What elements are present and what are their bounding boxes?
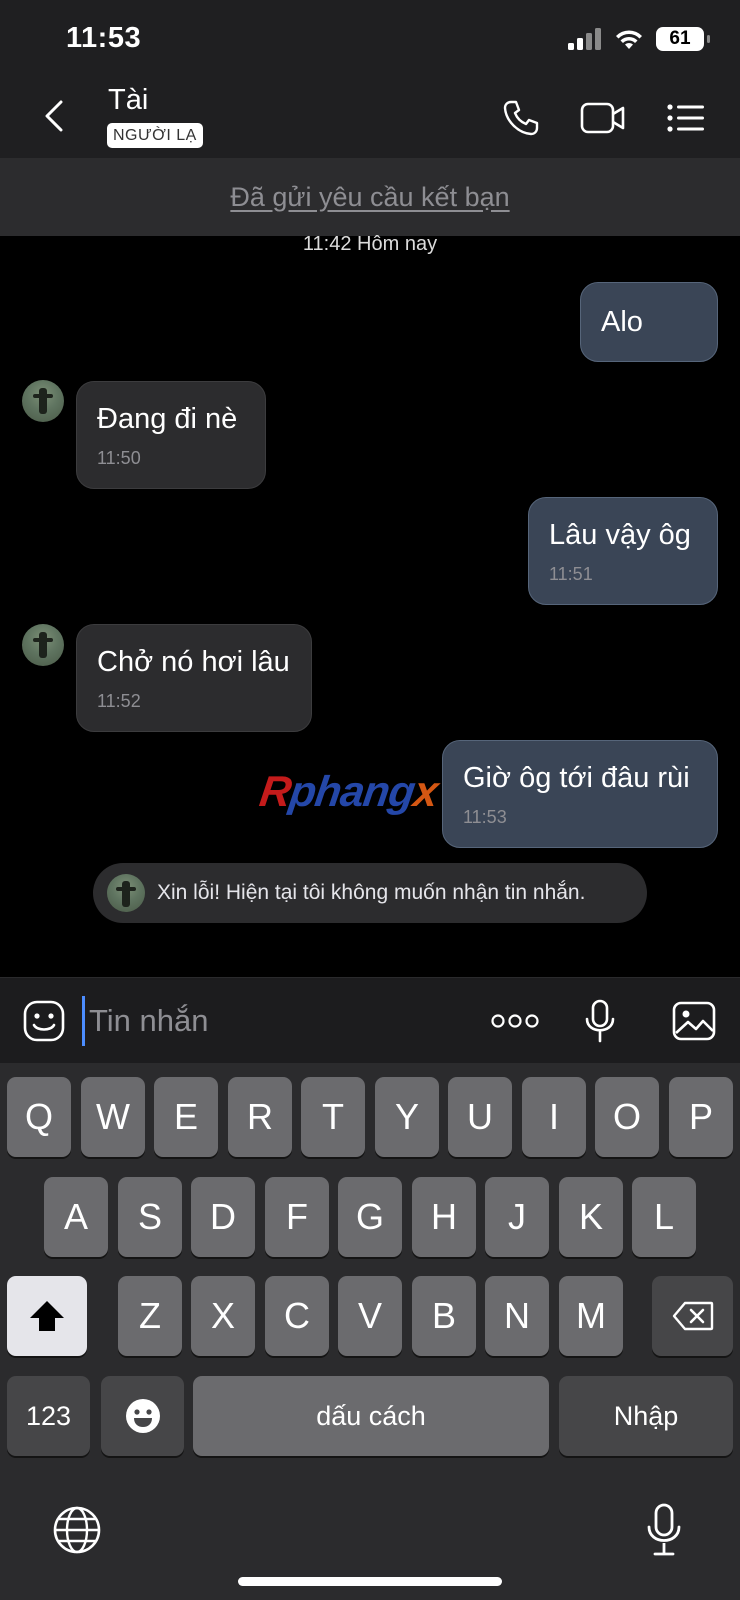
- stranger-badge: NGƯỜI LẠ: [107, 123, 203, 148]
- key-v[interactable]: V: [338, 1276, 402, 1356]
- message-composer: [0, 977, 740, 1063]
- key-r[interactable]: R: [228, 1077, 292, 1157]
- message-text: Đang đi nè: [97, 403, 238, 435]
- message-bubble-received[interactable]: Đang đi nè 11:50: [76, 381, 266, 489]
- emoji-key[interactable]: [101, 1376, 184, 1456]
- key-w[interactable]: W: [81, 1077, 145, 1157]
- key-y[interactable]: Y: [375, 1077, 439, 1157]
- chevron-left-icon: [45, 100, 63, 132]
- backspace-icon: [672, 1301, 713, 1331]
- delete-key[interactable]: [652, 1276, 733, 1356]
- avatar: [107, 874, 145, 912]
- status-bar: 11:53 61: [0, 0, 740, 76]
- photo-button[interactable]: [670, 998, 718, 1044]
- system-notice: Xin lỗi! Hiện tại tôi không muốn nhận ti…: [93, 863, 647, 923]
- voice-call-button[interactable]: [497, 96, 545, 140]
- dictation-button[interactable]: [641, 1500, 687, 1560]
- key-z[interactable]: Z: [118, 1276, 182, 1356]
- key-s[interactable]: S: [118, 1177, 182, 1257]
- status-icons: 61: [568, 26, 710, 52]
- status-time: 11:53: [66, 22, 142, 54]
- message-bubble-sent[interactable]: Alo: [580, 282, 718, 362]
- message-time: 11:51: [549, 564, 593, 584]
- key-o[interactable]: O: [595, 1077, 659, 1157]
- key-j[interactable]: J: [485, 1177, 549, 1257]
- message-time: 11:53: [463, 807, 507, 827]
- message-bubble-sent[interactable]: Lâu vậy ôg 11:51: [528, 497, 718, 605]
- message-time: 11:52: [97, 691, 141, 711]
- key-u[interactable]: U: [448, 1077, 512, 1157]
- message-bubble-received[interactable]: Chở nó hơi lâu 11:52: [76, 624, 312, 732]
- key-b[interactable]: B: [412, 1276, 476, 1356]
- date-divider: 11:42 Hôm nay: [302, 233, 438, 255]
- avatar[interactable]: [22, 624, 64, 666]
- message-text: Chở nó hơi lâu: [97, 646, 290, 678]
- contact-name[interactable]: Tài: [108, 84, 148, 117]
- friend-request-status[interactable]: Đã gửi yêu cầu kết bạn: [230, 182, 509, 213]
- shift-arrow-icon: [30, 1301, 64, 1331]
- key-e[interactable]: E: [154, 1077, 218, 1157]
- globe-icon: [53, 1506, 101, 1554]
- key-l[interactable]: L: [632, 1177, 696, 1257]
- message-input[interactable]: [82, 996, 462, 1046]
- key-i[interactable]: I: [522, 1077, 586, 1157]
- phone-icon: [503, 100, 539, 136]
- microphone-icon: [585, 999, 615, 1043]
- key-k[interactable]: K: [559, 1177, 623, 1257]
- numbers-key[interactable]: 123: [7, 1376, 90, 1456]
- key-f[interactable]: F: [265, 1177, 329, 1257]
- key-t[interactable]: T: [301, 1077, 365, 1157]
- chat-screen: 11:53 61 Tài NGƯỜI LẠ Đã gửi yêu cầu kết…: [0, 0, 740, 1600]
- smiley-sticker-icon: [23, 1000, 65, 1042]
- video-camera-icon: [580, 102, 625, 134]
- on-screen-keyboard: Q W E R T Y U I O P A S D F G H J K L Z …: [0, 1063, 740, 1600]
- wifi-icon: [616, 30, 642, 49]
- dictation-microphone-icon: [647, 1503, 681, 1556]
- key-a[interactable]: A: [44, 1177, 108, 1257]
- message-text: Alo: [601, 306, 643, 338]
- emoji-face-icon: [125, 1399, 160, 1433]
- voice-message-button[interactable]: [576, 998, 624, 1044]
- sticker-button[interactable]: [20, 998, 68, 1044]
- key-m[interactable]: M: [559, 1276, 623, 1356]
- shift-key[interactable]: [7, 1276, 87, 1356]
- system-notice-text: Xin lỗi! Hiện tại tôi không muốn nhận ti…: [157, 881, 586, 904]
- space-key[interactable]: dấu cách: [193, 1376, 549, 1456]
- key-d[interactable]: D: [191, 1177, 255, 1257]
- more-dots-icon: [491, 1014, 539, 1028]
- key-x[interactable]: X: [191, 1276, 255, 1356]
- avatar[interactable]: [22, 380, 64, 422]
- message-text: Lâu vậy ôg: [549, 519, 691, 551]
- chat-header: Tài NGƯỜI LẠ: [0, 76, 740, 158]
- video-call-button[interactable]: [578, 96, 628, 140]
- message-bubble-sent[interactable]: Giờ ôg tới đâu rùi 11:53: [442, 740, 718, 848]
- image-gallery-icon: [672, 1001, 716, 1041]
- signal-icon: [568, 28, 601, 50]
- keyboard-language-button[interactable]: [50, 1503, 104, 1557]
- friend-request-bar: Đã gửi yêu cầu kết bạn: [0, 158, 740, 236]
- watermark-logo: Rphangx: [256, 768, 441, 816]
- key-g[interactable]: G: [338, 1177, 402, 1257]
- return-key[interactable]: Nhập: [559, 1376, 733, 1456]
- key-h[interactable]: H: [412, 1177, 476, 1257]
- key-q[interactable]: Q: [7, 1077, 71, 1157]
- key-c[interactable]: C: [265, 1276, 329, 1356]
- key-n[interactable]: N: [485, 1276, 549, 1356]
- more-options-button[interactable]: [490, 998, 540, 1044]
- home-indicator[interactable]: [238, 1577, 502, 1586]
- message-time: 11:50: [97, 448, 141, 468]
- battery-indicator: 61: [656, 27, 710, 51]
- message-text: Giờ ôg tới đâu rùi: [463, 762, 690, 794]
- chat-options-button[interactable]: [662, 96, 710, 140]
- key-p[interactable]: P: [669, 1077, 733, 1157]
- list-menu-icon: [667, 104, 704, 132]
- back-button[interactable]: [36, 94, 72, 138]
